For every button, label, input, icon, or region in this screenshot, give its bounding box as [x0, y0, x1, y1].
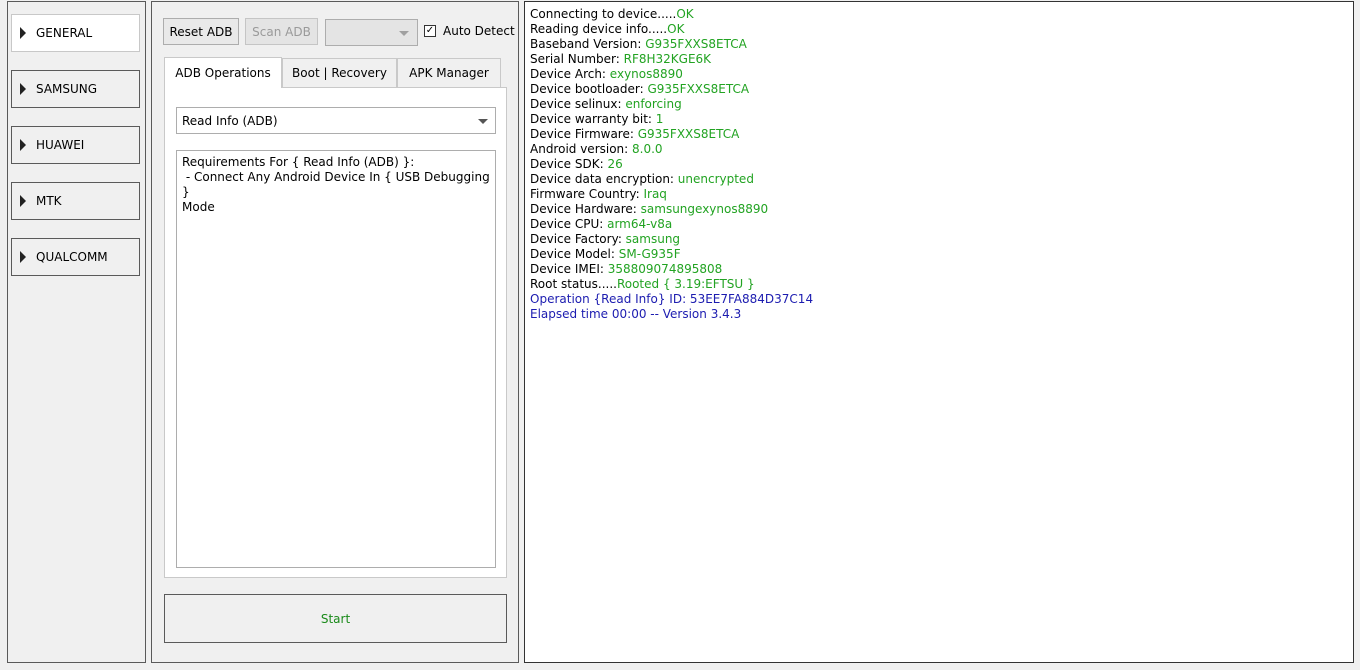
log-value: G935FXXS8ETCA	[647, 82, 750, 96]
log-value: 26	[607, 157, 623, 171]
sidebar-item-mtk[interactable]: MTK	[11, 182, 140, 220]
operations-panel: Reset ADB Scan ADB ✓ Auto Detect ADB Ope…	[151, 1, 519, 663]
log-line: Firmware Country: Iraq	[530, 187, 813, 202]
log-value: samsungexynos8890	[640, 202, 769, 216]
chevron-down-icon	[399, 31, 409, 36]
sidebar-item-label: HUAWEI	[36, 138, 85, 152]
auto-detect-checkbox[interactable]: ✓	[424, 25, 436, 37]
expand-arrow-icon	[20, 83, 26, 95]
auto-detect-label: Auto Detect	[443, 24, 515, 38]
log-line: Device selinux: enforcing	[530, 97, 813, 112]
log-line: Device Firmware: G935FXXS8ETCA	[530, 127, 813, 142]
log-label: Device Model:	[530, 247, 619, 261]
log-line: Device CPU: arm64-v8a	[530, 217, 813, 232]
tab-boot-recovery[interactable]: Boot | Recovery	[282, 58, 397, 87]
log-label: Serial Number:	[530, 52, 624, 66]
log-label: Device Firmware:	[530, 127, 638, 141]
log-value: SM-G935F	[618, 247, 681, 261]
checkmark-icon: ✓	[425, 25, 435, 36]
log-value: G935FXXS8ETCA	[645, 37, 747, 51]
log-line: Device Arch: exynos8890	[530, 67, 813, 82]
log-value: arm64-v8a	[607, 217, 673, 231]
log-line: Device data encryption: unencrypted	[530, 172, 813, 187]
sidebar-item-label: SAMSUNG	[36, 82, 98, 96]
log-value: G935FXXS8ETCA	[637, 127, 740, 141]
log-label: Device data encryption:	[530, 172, 678, 186]
log-label: Device bootloader:	[530, 82, 648, 96]
log-lines: Connecting to device.....OK Reading devic…	[530, 7, 813, 322]
log-line: Device Factory: samsung	[530, 232, 813, 247]
sidebar-item-label: GENERAL	[36, 26, 93, 40]
expand-arrow-icon	[20, 139, 26, 151]
log-label: Device SDK:	[530, 157, 608, 171]
log-label: Device Hardware:	[530, 202, 641, 216]
log-line: Android version: 8.0.0	[530, 142, 813, 157]
log-line: Device Model: SM-G935F	[530, 247, 813, 262]
log-output[interactable]: Connecting to device.....OK Reading devic…	[524, 1, 1354, 663]
auto-detect-toggle[interactable]: ✓ Auto Detect	[424, 24, 515, 38]
reset-adb-button[interactable]: Reset ADB	[163, 18, 239, 45]
sidebar-item-huawei[interactable]: HUAWEI	[11, 126, 140, 164]
chevron-down-icon	[478, 119, 488, 124]
log-line: Baseband Version: G935FXXS8ETCA	[530, 37, 813, 52]
log-label: Firmware Country:	[530, 187, 644, 201]
tab-content: Read Info (ADB) Requirements For { Read …	[164, 87, 507, 578]
sidebar-item-qualcomm[interactable]: QUALCOMM	[11, 238, 140, 276]
log-value: unencrypted	[677, 172, 754, 186]
log-label: Elapsed time 00:00 -- Version 3.4.3	[530, 307, 742, 321]
sidebar-item-label: MTK	[36, 194, 62, 208]
log-value: 8.0.0	[632, 142, 663, 156]
log-label: Connecting to device.....	[530, 7, 677, 21]
expand-arrow-icon	[20, 195, 26, 207]
port-select[interactable]	[325, 19, 418, 46]
log-label: Device Factory:	[530, 232, 626, 246]
log-line: Device bootloader: G935FXXS8ETCA	[530, 82, 813, 97]
log-value: 1	[655, 112, 664, 126]
log-line: Reading device info.....OK	[530, 22, 813, 37]
log-value: Rooted { 3.19:EFTSU }	[616, 277, 755, 291]
log-value: OK	[676, 7, 694, 21]
log-line: Operation {Read Info} ID: 53EE7FA884D37C…	[530, 292, 813, 307]
log-label: Device CPU:	[530, 217, 608, 231]
log-line: Elapsed time 00:00 -- Version 3.4.3	[530, 307, 813, 322]
category-sidebar: GENERAL SAMSUNG HUAWEI MTK QUALCOMM	[7, 1, 146, 663]
log-label: Operation {Read Info} ID: 53EE7FA884D37C…	[530, 292, 814, 306]
log-value: 358809074895808	[607, 262, 723, 276]
log-value: Iraq	[643, 187, 667, 201]
log-line: Serial Number: RF8H32KGE6K	[530, 52, 813, 67]
expand-arrow-icon	[20, 251, 26, 263]
log-value: samsung	[625, 232, 681, 246]
log-label: Baseband Version:	[530, 37, 646, 51]
log-line: Device warranty bit: 1	[530, 112, 813, 127]
log-value: enforcing	[625, 97, 682, 111]
requirements-textbox[interactable]: Requirements For { Read Info (ADB) }: - …	[176, 150, 496, 568]
log-label: Device Arch:	[530, 67, 610, 81]
log-label: Reading device info.....	[530, 22, 668, 36]
expand-arrow-icon	[20, 27, 26, 39]
log-label: Device warranty bit:	[530, 112, 656, 126]
sidebar-item-label: QUALCOMM	[36, 250, 108, 264]
operation-select[interactable]: Read Info (ADB)	[176, 107, 496, 134]
log-line: Device IMEI: 358809074895808	[530, 262, 813, 277]
log-value: RF8H32KGE6K	[623, 52, 712, 66]
operation-select-value: Read Info (ADB)	[182, 113, 278, 128]
start-button[interactable]: Start	[164, 594, 507, 643]
log-line: Root status.....Rooted { 3.19:EFTSU }	[530, 277, 813, 292]
sidebar-item-samsung[interactable]: SAMSUNG	[11, 70, 140, 108]
log-line: Device Hardware: samsungexynos8890	[530, 202, 813, 217]
log-value: exynos8890	[609, 67, 683, 81]
log-value: OK	[667, 22, 685, 36]
log-line: Connecting to device.....OK	[530, 7, 813, 22]
tab-adb-operations[interactable]: ADB Operations	[164, 57, 282, 88]
tab-apk-manager[interactable]: APK Manager	[397, 58, 501, 87]
log-label: Device selinux:	[530, 97, 626, 111]
sidebar-item-general[interactable]: GENERAL	[11, 14, 140, 52]
scan-adb-button[interactable]: Scan ADB	[245, 18, 318, 45]
log-label: Android version:	[530, 142, 633, 156]
log-label: Root status.....	[530, 277, 617, 291]
log-line: Device SDK: 26	[530, 157, 813, 172]
log-label: Device IMEI:	[530, 262, 608, 276]
